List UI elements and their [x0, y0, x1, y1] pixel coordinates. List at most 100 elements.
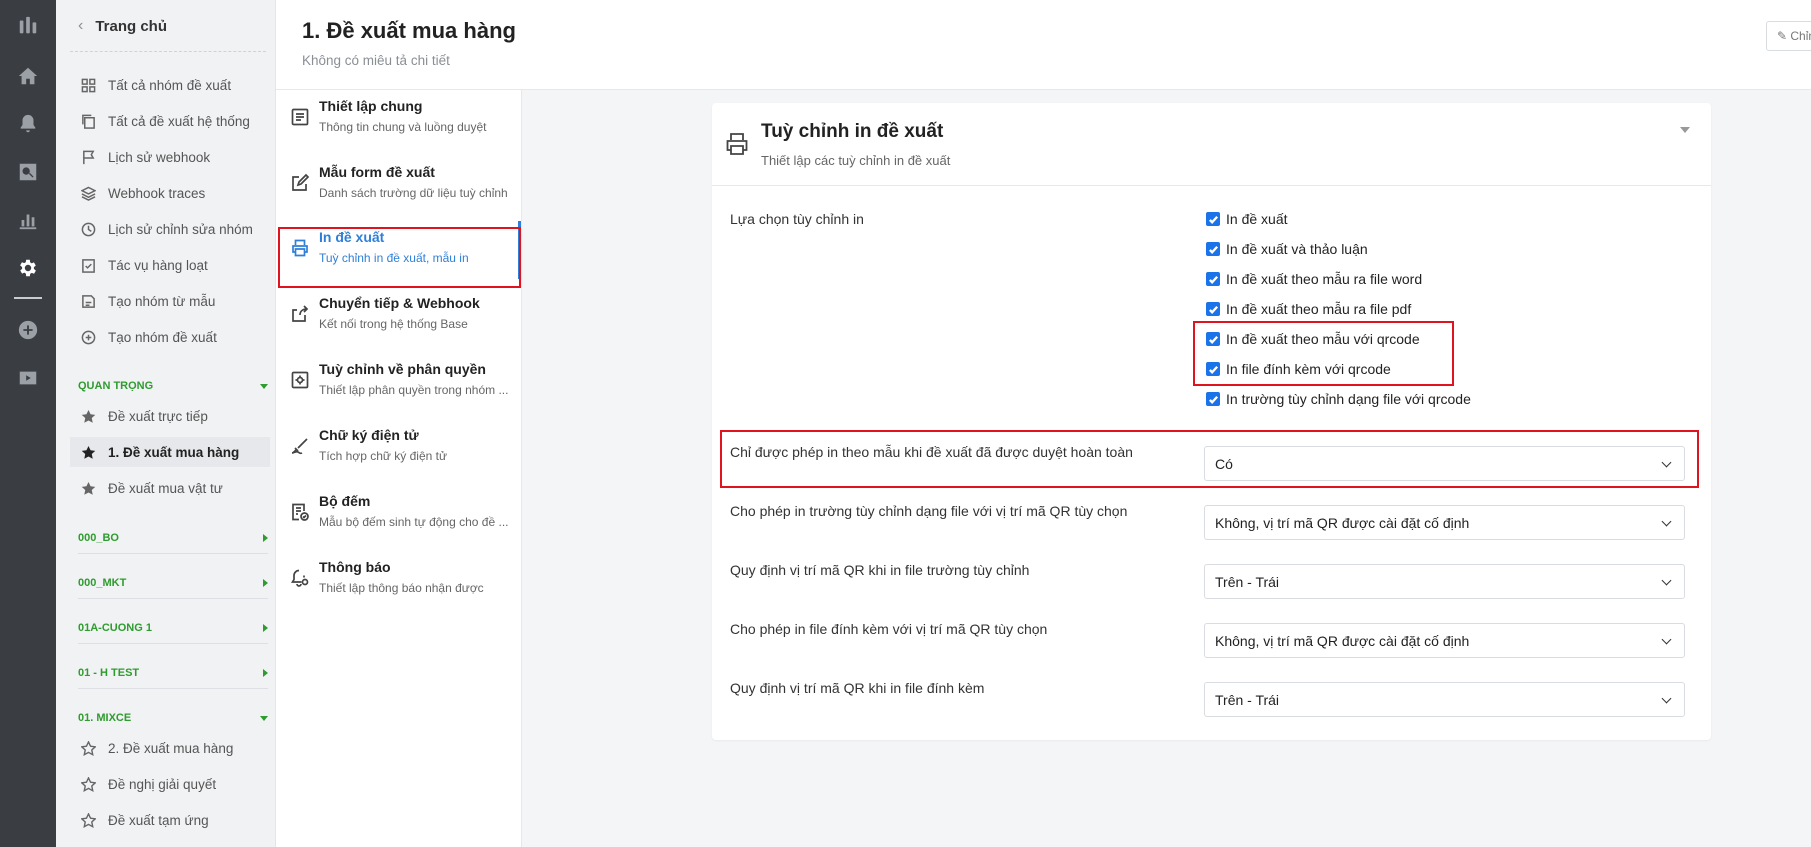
nav-item-label: Tất cả đề xuất hệ thống — [108, 113, 250, 129]
group-quan-trong[interactable]: QUAN TRỌNG — [78, 375, 268, 397]
printer-icon — [724, 131, 752, 159]
nav-item-label: 2. Đề xuất mua hàng — [108, 740, 234, 756]
back-home-label: Trang chủ — [95, 17, 168, 35]
caret-right-icon — [263, 669, 268, 677]
print-options-label: Lựa chọn tùy chỉnh in — [730, 211, 864, 227]
select-custom-field-qr[interactable]: Không, vị trí mã QR được cài đặt cố định — [1204, 505, 1685, 540]
home-icon[interactable] — [14, 62, 42, 90]
menu-general-settings[interactable]: Thiết lập chung Thông tin chung và luồng… — [280, 90, 516, 148]
checkbox-print-template-qrcode[interactable]: In đề xuất theo mẫu với qrcode — [1206, 329, 1420, 349]
select-value: Trên - Trái — [1215, 573, 1280, 590]
nav-item-create-from-template[interactable]: Tạo nhóm từ mẫu — [70, 286, 270, 316]
group-label: 01. MIXCE — [78, 712, 132, 724]
checkbox-print-pdf[interactable]: In đề xuất theo mẫu ra file pdf — [1206, 299, 1411, 319]
brand-icon[interactable] — [14, 12, 42, 40]
video-icon[interactable] — [14, 364, 42, 392]
nav-item-purchase-proposal[interactable]: 1. Đề xuất mua hàng — [70, 437, 270, 467]
nav-item-group-edit-history[interactable]: Lịch sử chỉnh sửa nhóm — [70, 214, 270, 244]
select-attachment-qr[interactable]: Không, vị trí mã QR được cài đặt cố định — [1204, 623, 1685, 658]
chevron-down-icon — [1661, 575, 1672, 586]
group-01a-cuong-1[interactable]: 01A-CUONG 1 — [78, 617, 268, 639]
select-value: Trên - Trái — [1215, 691, 1280, 708]
nav-item-label: Lịch sử chỉnh sửa nhóm — [108, 221, 253, 237]
checkbox-checked-icon[interactable] — [1206, 392, 1220, 406]
gear-icon[interactable] — [14, 254, 42, 282]
bell-icon[interactable] — [14, 110, 42, 138]
nav-item-webhook-traces[interactable]: Webhook traces — [70, 178, 270, 208]
checkbox-print-word[interactable]: In đề xuất theo mẫu ra file word — [1206, 269, 1422, 289]
nav-item-bulk-tasks[interactable]: Tác vụ hàng loạt — [70, 250, 270, 280]
nav-item-label: Tất cả nhóm đề xuất — [108, 77, 232, 93]
nav-item-all-proposals[interactable]: Tất cả đề xuất hệ thống — [70, 106, 270, 136]
nav-item-direct-proposal[interactable]: Đề xuất trực tiếp — [70, 401, 270, 431]
menu-title: Chữ ký điện tử — [319, 427, 419, 443]
star-outline-icon[interactable] — [80, 812, 96, 828]
checkbox-checked-icon[interactable] — [1206, 332, 1220, 346]
group-01-mixce[interactable]: 01. MIXCE — [78, 707, 268, 729]
group-01-h-test[interactable]: 01 - H TEST — [78, 662, 268, 684]
counter-icon — [290, 502, 312, 524]
checkbox-label: In đề xuất theo mẫu với qrcode — [1226, 331, 1420, 347]
search-icon[interactable] — [14, 158, 42, 186]
nav-item-label: Đề xuất trực tiếp — [108, 408, 208, 424]
group-label: QUAN TRỌNG — [78, 380, 154, 392]
checkbox-checked-icon[interactable] — [1206, 212, 1220, 226]
checkbox-checked-icon[interactable] — [1206, 272, 1220, 286]
edit-button[interactable]: ✎ Chỉnh sửa — [1766, 21, 1811, 51]
nav-item-purchase-proposal-2[interactable]: 2. Đề xuất mua hàng — [70, 733, 270, 763]
nav-item-resolution-request[interactable]: Đề nghị giải quyết — [70, 769, 270, 799]
caret-down-icon — [260, 383, 268, 389]
checkbox-checked-icon[interactable] — [1206, 242, 1220, 256]
star-outline-icon[interactable] — [80, 776, 96, 792]
back-home-link[interactable]: ‹ Trang chủ — [78, 14, 167, 38]
nav-item-label: Webhook traces — [108, 185, 206, 201]
star-icon[interactable] — [80, 480, 96, 496]
caret-right-icon — [263, 624, 268, 632]
nav-item-label: 1. Đề xuất mua hàng — [108, 444, 240, 460]
group-000-bo[interactable]: 000_BO — [78, 527, 268, 549]
menu-desc: Thông tin chung và luồng duyệt — [319, 120, 487, 134]
menu-counter[interactable]: Bộ đếm Mẫu bộ đếm sinh tự động cho đề ..… — [280, 485, 516, 543]
menu-title: Thông báo — [319, 559, 391, 575]
nav-item-label: Tạo nhóm từ mẫu — [108, 293, 216, 309]
settings-menu: Thiết lập chung Thông tin chung và luồng… — [276, 90, 522, 847]
star-outline-icon[interactable] — [80, 740, 96, 756]
setting-label-custom-field-qr-position: Quy định vị trí mã QR khi in file trường… — [730, 562, 1030, 578]
checkbox-checked-icon[interactable] — [1206, 362, 1220, 376]
select-approved-only[interactable]: Có — [1204, 446, 1685, 481]
checkbox-checked-icon[interactable] — [1206, 302, 1220, 316]
checkbox-print-attachment-qrcode[interactable]: In file đính kèm với qrcode — [1206, 359, 1391, 379]
edit-form-icon — [290, 173, 312, 195]
menu-forward-webhook[interactable]: Chuyển tiếp & Webhook Kết nối trong hệ t… — [280, 287, 516, 345]
flag-icon — [80, 149, 96, 165]
plus-circle-icon[interactable] — [14, 316, 42, 344]
select-custom-field-qr-position[interactable]: Trên - Trái — [1204, 564, 1685, 599]
nav-item-create-group[interactable]: Tạo nhóm đề xuất — [70, 322, 270, 352]
menu-e-signature[interactable]: Chữ ký điện tử Tích hợp chữ ký điện tử — [280, 419, 516, 477]
star-icon[interactable] — [80, 444, 96, 460]
select-value: Không, vị trí mã QR được cài đặt cố định — [1215, 632, 1470, 649]
chart-icon[interactable] — [14, 206, 42, 234]
menu-desc: Mẫu bộ đếm sinh tự động cho đề ... — [319, 515, 509, 529]
group-000-mkt[interactable]: 000_MKT — [78, 572, 268, 594]
menu-notifications[interactable]: Thông báo Thiết lập thông báo nhận được — [280, 551, 516, 609]
star-icon[interactable] — [80, 408, 96, 424]
nav-item-all-groups[interactable]: Tất cả nhóm đề xuất — [70, 70, 270, 100]
setting-label-attachment-qr: Cho phép in file đính kèm với vị trí mã … — [730, 621, 1048, 637]
nav-item-label: Tác vụ hàng loạt — [108, 257, 208, 273]
menu-form-template[interactable]: Mẫu form đề xuất Danh sách trường dữ liệ… — [280, 156, 516, 214]
menu-desc: Thiết lập thông báo nhận được — [319, 581, 484, 595]
group-label: 000_MKT — [78, 577, 127, 589]
checkbox-label: In đề xuất theo mẫu ra file pdf — [1226, 301, 1412, 317]
checkbox-print-custom-file-qrcode[interactable]: In trường tùy chỉnh dạng file với qrcode — [1206, 389, 1471, 409]
checkbox-print-with-discussion[interactable]: In đề xuất và thảo luận — [1206, 239, 1368, 259]
nav-item-advance-request[interactable]: Đề xuất tạm ứng — [70, 805, 270, 835]
nav-item-material-proposal[interactable]: Đề xuất mua vật tư — [70, 473, 270, 503]
select-attachment-qr-position[interactable]: Trên - Trái — [1204, 682, 1685, 717]
nav-item-webhook-history[interactable]: Lịch sử webhook — [70, 142, 270, 172]
card-header: Tuỳ chỉnh in đề xuất Thiết lập các tuỳ c… — [712, 103, 1711, 186]
collapse-toggle-icon[interactable] — [1680, 127, 1690, 133]
menu-print-proposal[interactable]: In đề xuất Tuỳ chỉnh in đề xuất, mẫu in — [280, 221, 516, 279]
checkbox-print-proposal[interactable]: In đề xuất — [1206, 209, 1288, 229]
menu-permissions[interactable]: Tuỳ chỉnh về phân quyền Thiết lập phân q… — [280, 353, 516, 411]
